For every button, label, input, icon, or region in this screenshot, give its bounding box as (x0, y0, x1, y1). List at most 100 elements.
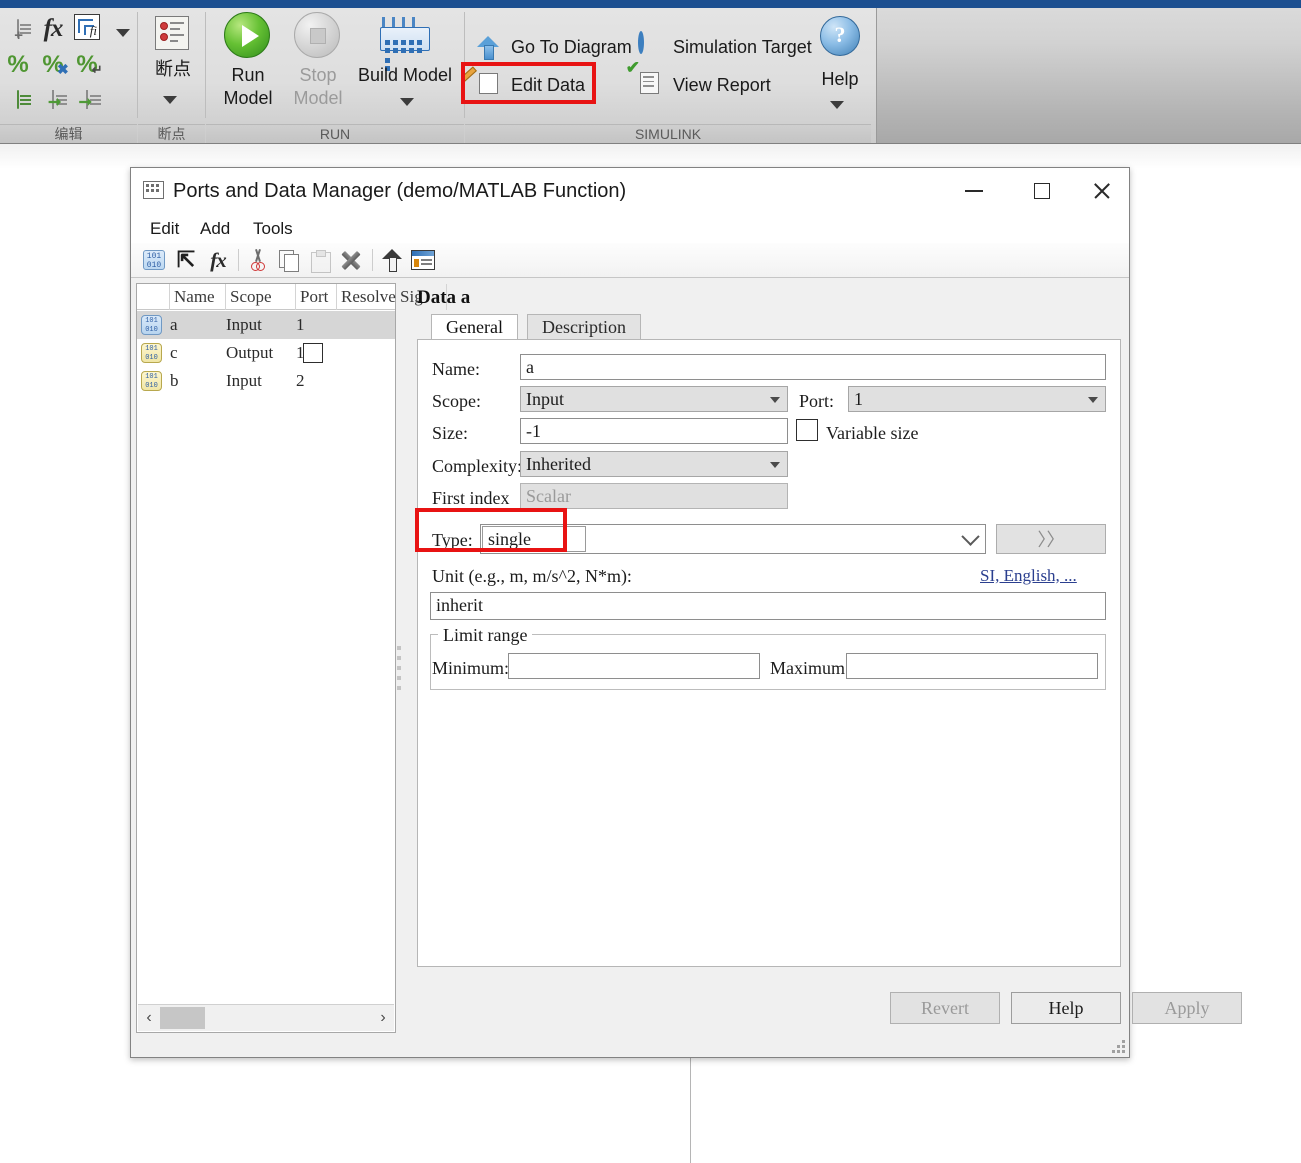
revert-button[interactable]: Revert (890, 992, 1000, 1024)
table-cell-name: c (170, 343, 178, 362)
function-fx-icon[interactable]: fx (38, 14, 68, 44)
scroll-right-arrow-icon[interactable]: › (372, 1009, 394, 1027)
table-row[interactable]: 101 010 a Input 1 (137, 311, 395, 339)
type-label: Type: (432, 530, 473, 550)
variable-size-checkbox[interactable] (796, 419, 818, 441)
run-model-label-line1[interactable]: Run (212, 64, 284, 87)
comment-icon[interactable]: % (3, 50, 33, 80)
apply-button[interactable]: Apply (1132, 992, 1242, 1024)
dialog-menu-bar: Edit Add Tools (131, 215, 1129, 243)
simulation-target-button[interactable]: Simulation Target (638, 30, 812, 64)
simulation-target-label: Simulation Target (673, 36, 812, 57)
table-col-port[interactable]: Port (296, 284, 337, 310)
table-col-name[interactable]: Name (170, 284, 226, 310)
table-col-scope[interactable]: Scope (226, 284, 296, 310)
scope-value: Input (526, 389, 564, 409)
unit-label: Unit (e.g., m, m/s^2, N*m): (432, 566, 632, 586)
scroll-left-arrow-icon[interactable]: ‹ (138, 1009, 160, 1027)
menu-item-tools[interactable]: Tools (246, 217, 300, 241)
ports-and-data-manager-dialog: Ports and Data Manager (demo/MATLAB Func… (130, 167, 1242, 1058)
build-model-dropdown-icon[interactable] (392, 87, 422, 117)
delete-icon[interactable] (336, 245, 366, 275)
ribbon-group-label-run: RUN (206, 124, 464, 143)
scope-select[interactable]: Input (520, 386, 788, 412)
group-separator-3 (464, 12, 465, 118)
scrollbar-thumb[interactable] (160, 1007, 205, 1029)
title-bar-strip (0, 0, 1301, 8)
help-icon[interactable]: ? (820, 16, 860, 56)
help-button-label[interactable]: Help (806, 68, 874, 91)
dialog-toolbar: 101 010 ⇱ fx (131, 243, 1129, 278)
indent-right-icon[interactable]: ➞ (38, 85, 68, 115)
unit-systems-link[interactable]: SI, English, ... (980, 566, 1077, 586)
minimize-icon[interactable] (951, 168, 997, 214)
complexity-select[interactable]: Inherited (520, 451, 788, 477)
type-expand-button[interactable]: 〉〉 (996, 524, 1106, 554)
variable-size-label: Variable size (826, 423, 919, 443)
chevron-down-icon (770, 462, 780, 468)
chevron-down-icon (770, 397, 780, 403)
uncomment-icon[interactable]: % ✖ (38, 50, 68, 80)
breakpoint-button-label[interactable]: 断点 (143, 58, 203, 81)
resolve-signal-checkbox[interactable] (303, 343, 323, 363)
close-icon[interactable] (1079, 168, 1125, 214)
wrap-comment-icon[interactable]: % ↵ (72, 50, 102, 80)
table-col-icon[interactable] (137, 284, 170, 310)
new-data-icon[interactable]: + (3, 14, 33, 44)
table-cell-port: 1 (296, 315, 305, 334)
complexity-value: Inherited (526, 454, 591, 474)
build-model-label[interactable]: Build Model (350, 64, 460, 87)
table-horizontal-scrollbar[interactable]: ‹ › (138, 1004, 394, 1031)
help-button[interactable]: Help (1011, 992, 1121, 1024)
paste-icon[interactable] (305, 245, 335, 275)
maximize-icon[interactable] (1019, 168, 1065, 214)
breakpoint-icon[interactable] (153, 14, 191, 52)
indent-left-icon[interactable]: ➞ (72, 85, 102, 115)
table-row[interactable]: 101 010 b Input 2 (137, 367, 395, 395)
fixed-point-icon[interactable]: fi (72, 12, 102, 42)
copy-icon[interactable] (274, 245, 304, 275)
add-data-icon[interactable]: 101 010 (139, 245, 169, 275)
move-up-icon[interactable] (377, 245, 407, 275)
run-icon[interactable] (224, 12, 270, 58)
cut-icon[interactable] (243, 245, 273, 275)
resize-grip[interactable] (1111, 1039, 1125, 1053)
name-input[interactable]: a (520, 354, 1106, 380)
tab-description[interactable]: Description (527, 314, 641, 340)
breakpoint-dropdown-icon[interactable] (155, 85, 185, 115)
add-event-icon[interactable]: ⇱ (171, 245, 201, 275)
target-icon (638, 31, 664, 60)
edit-data-button[interactable]: Edit Data (461, 66, 586, 102)
properties-icon[interactable] (408, 245, 438, 275)
build-chip-icon[interactable] (375, 12, 433, 71)
indent-icon[interactable] (3, 85, 33, 115)
ribbon-group-label-simulink: SIMULINK (465, 124, 871, 143)
table-row[interactable]: 101 010 c Output 1 (137, 339, 395, 367)
view-report-button[interactable]: ✔ View Report (626, 59, 771, 102)
edit-data-label: Edit Data (511, 74, 586, 95)
menu-item-edit[interactable]: Edit (143, 217, 186, 241)
add-function-icon[interactable]: fx (203, 245, 233, 275)
first-index-input[interactable]: Scalar (520, 483, 788, 509)
help-dropdown-icon[interactable] (822, 90, 852, 120)
more-dropdown-icon[interactable] (108, 18, 138, 48)
panel-splitter[interactable] (394, 628, 404, 708)
stop-model-label-line2: Model (293, 88, 343, 108)
unit-input[interactable]: inherit (430, 592, 1106, 620)
edit-data-icon (461, 66, 502, 98)
type-value[interactable]: single (482, 526, 586, 552)
go-to-diagram-button[interactable]: Go To Diagram (476, 30, 632, 64)
run-model-label-line2[interactable]: Model (212, 87, 284, 110)
size-input[interactable]: -1 (520, 418, 788, 444)
complexity-label: Complexity: (432, 456, 522, 476)
table-header-row: Name Scope Port Resolve Sig (137, 284, 447, 310)
tab-general[interactable]: General (431, 314, 518, 340)
menu-item-add[interactable]: Add (193, 217, 237, 241)
scrollbar-track[interactable] (160, 1005, 372, 1031)
minimum-label: Minimum: (432, 658, 510, 678)
port-select[interactable]: 1 (848, 386, 1106, 412)
maximum-input[interactable] (846, 653, 1098, 679)
minimum-input[interactable] (508, 653, 760, 679)
go-to-diagram-label: Go To Diagram (511, 36, 632, 57)
stop-icon[interactable] (294, 12, 340, 58)
